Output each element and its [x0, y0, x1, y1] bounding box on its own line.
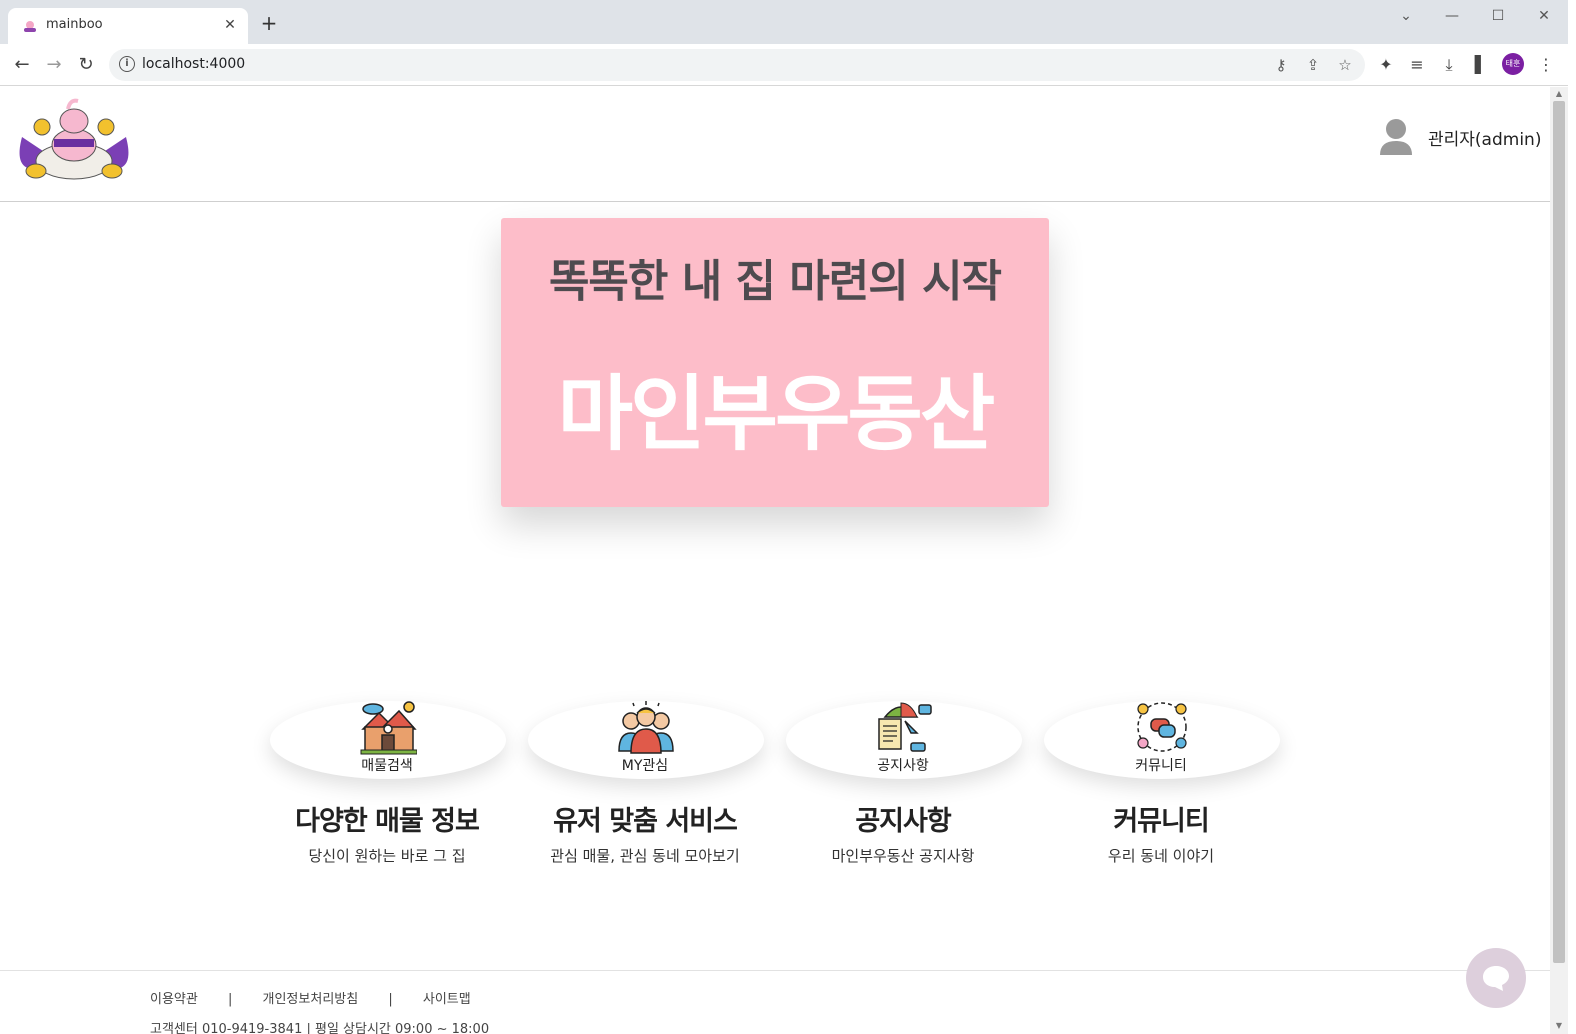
footer-link-sitemap[interactable]: 사이트맵 [423, 988, 471, 1007]
feature-list: 매물검색 다양한 매물 정보 당신이 원하는 바로 그 집 MY관심 유저 맞춤… [258, 693, 1298, 873]
site-header: 관리자(admin) [0, 87, 1550, 202]
feature-icon-label: 커뮤니티 [1135, 758, 1187, 774]
extensions-icon[interactable]: ✦ [1374, 53, 1398, 77]
feature-description: 마인부우동산 공지사항 [831, 847, 975, 865]
feature-description: 관심 매물, 관심 동네 모아보기 [550, 847, 740, 865]
address-url[interactable]: localhost:4000 [142, 56, 245, 72]
star-icon[interactable]: ☆ [1335, 55, 1355, 75]
key-icon[interactable]: ⚷ [1271, 55, 1291, 75]
feature-icon-label: 공지사항 [877, 758, 929, 774]
maximize-icon[interactable]: ☐ [1486, 6, 1510, 26]
tab-close-icon[interactable]: ✕ [220, 15, 240, 35]
favicon-icon [24, 21, 36, 32]
scroll-down-icon[interactable]: ▼ [1554, 1021, 1564, 1030]
page-viewport: 관리자(admin) 똑똑한 내 집 마련의 시작 마인부우동산 매물검색 다양… [0, 87, 1550, 1034]
footer-links: 이용약관 | 개인정보처리방침 | 사이트맵 [150, 988, 471, 1007]
feature-title[interactable]: 다양한 매물 정보 [258, 799, 516, 838]
people-icon [618, 701, 674, 754]
house-icon [360, 701, 417, 755]
hero-tagline: 똑똑한 내 집 마련의 시작 [548, 256, 1002, 307]
forward-icon[interactable]: → [42, 53, 66, 77]
reload-icon[interactable]: ↻ [74, 53, 98, 77]
feature-title[interactable]: 공지사항 [774, 799, 1032, 838]
tab-search-icon[interactable]: ⌄ [1394, 6, 1418, 26]
user-avatar-icon [1380, 119, 1412, 155]
profile-avatar[interactable]: 태훈 [1502, 53, 1524, 75]
browser-toolbar: ← → ↻ i localhost:4000 ⚷ ⇪ ☆ ✦ ≡ ⤓ ▌ 태훈 … [0, 44, 1576, 86]
browser-tab-strip: mainboo ✕ + ⌄ — ☐ ✕ [0, 0, 1576, 44]
notice-icon [878, 702, 932, 752]
feature-card-listings[interactable]: 매물검색 다양한 매물 정보 당신이 원하는 바로 그 집 [258, 693, 516, 873]
feature-description: 당신이 원하는 바로 그 집 [308, 847, 466, 865]
feature-card-notice[interactable]: 공지사항 공지사항 마인부우동산 공지사항 [774, 693, 1032, 873]
hero-brand: 마인부우동산 [557, 367, 996, 462]
tab-title: mainboo [46, 17, 103, 32]
new-tab-button[interactable]: + [258, 12, 280, 34]
site-footer: 이용약관 | 개인정보처리방침 | 사이트맵 고객센터 010-9419-384… [0, 970, 1550, 1034]
minimize-icon[interactable]: — [1440, 6, 1464, 26]
hero-banner: 똑똑한 내 집 마련의 시작 마인부우동산 [501, 218, 1049, 507]
chat-bubble-icon [1483, 966, 1509, 991]
scroll-up-icon[interactable]: ▲ [1554, 89, 1564, 98]
back-icon[interactable]: ← [10, 53, 34, 77]
feature-icon-label: MY관심 [621, 758, 669, 774]
window-edge [1568, 0, 1576, 1034]
footer-link-privacy[interactable]: 개인정보처리방침 [263, 988, 359, 1007]
chat-button[interactable] [1466, 948, 1526, 1008]
footer-link-terms[interactable]: 이용약관 [150, 988, 198, 1007]
page-scrollbar[interactable]: ▲ ▼ [1550, 87, 1568, 1034]
window-close-icon[interactable]: ✕ [1532, 6, 1556, 26]
site-info-icon[interactable]: i [119, 56, 135, 72]
footer-separator: | [388, 992, 393, 1007]
feature-title[interactable]: 유저 맞춤 서비스 [516, 799, 774, 838]
feature-title[interactable]: 커뮤니티 [1032, 799, 1290, 838]
footer-separator: | [227, 992, 233, 1007]
browser-tab[interactable]: mainboo ✕ [8, 8, 248, 44]
address-bar[interactable]: i localhost:4000 ⚷ ⇪ ☆ [109, 49, 1365, 81]
feature-description: 우리 동네 이야기 [1107, 847, 1215, 865]
menu-icon[interactable]: ⋮ [1534, 53, 1558, 77]
feature-card-my-interest[interactable]: MY관심 유저 맞춤 서비스 관심 매물, 관심 동네 모아보기 [516, 693, 774, 873]
community-icon [1137, 702, 1187, 752]
share-icon[interactable]: ⇪ [1303, 55, 1323, 75]
sidepanel-icon[interactable]: ▌ [1469, 53, 1493, 77]
footer-contact-info: 고객센터 010-9419-3841 | 평일 상담시간 09:00 ~ 18:… [150, 1022, 490, 1034]
feature-icon-label: 매물검색 [361, 758, 413, 774]
feature-card-community[interactable]: 커뮤니티 커뮤니티 우리 동네 이야기 [1032, 693, 1290, 873]
site-logo[interactable] [12, 97, 136, 183]
media-icon[interactable]: ≡ [1405, 53, 1429, 77]
download-icon[interactable]: ⤓ [1437, 53, 1461, 77]
scroll-thumb[interactable] [1553, 101, 1565, 963]
user-name[interactable]: 관리자(admin) [1428, 125, 1541, 150]
